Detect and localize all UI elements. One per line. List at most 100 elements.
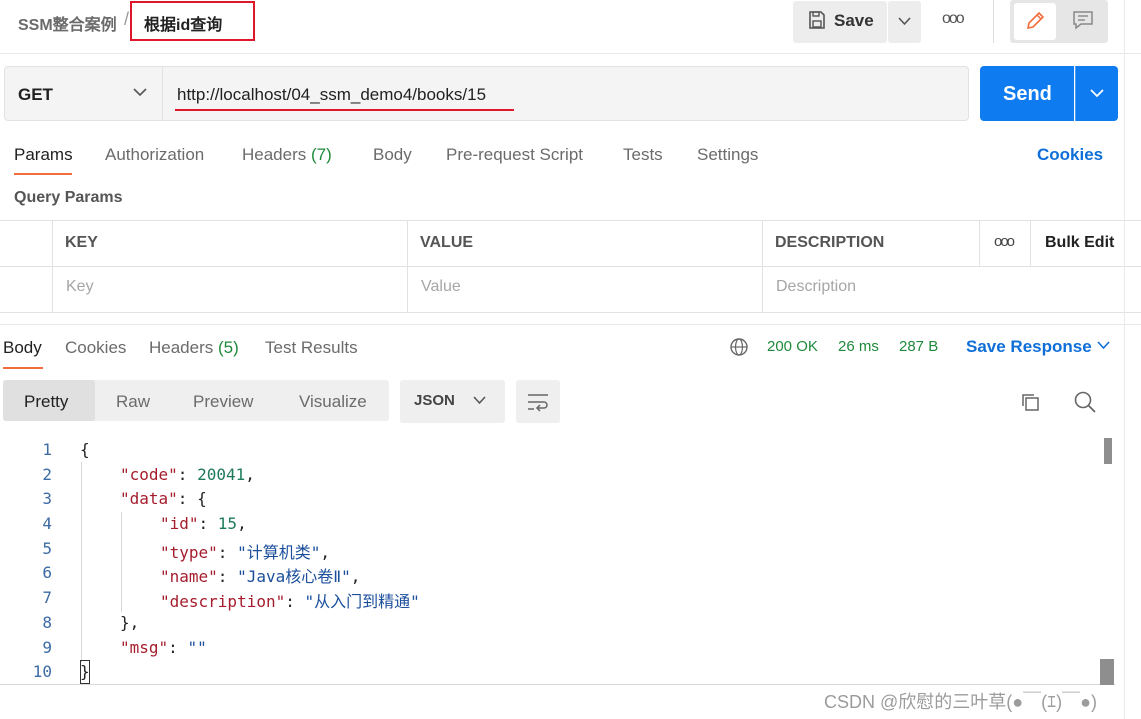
chevron-down-icon	[898, 17, 911, 26]
status-code[interactable]: 200 OK	[767, 338, 818, 355]
tab-headers-label: Headers	[242, 145, 307, 164]
line-number: 1	[42, 440, 52, 459]
response-size[interactable]: 287 B	[899, 338, 938, 355]
active-tab-indicator	[3, 367, 43, 369]
view-pretty-button[interactable]: Pretty	[24, 392, 68, 412]
json-number: 15	[217, 514, 238, 533]
table-column-divider	[407, 220, 408, 312]
response-time[interactable]: 26 ms	[838, 338, 879, 355]
code-line[interactable]: "msg": ""	[120, 638, 207, 657]
response-tab-test-results[interactable]: Test Results	[265, 338, 358, 358]
wrap-lines-icon	[526, 391, 550, 413]
json-key: "id"	[160, 514, 199, 533]
response-tab-body[interactable]: Body	[3, 338, 42, 358]
code-line[interactable]: "data": {	[120, 489, 207, 508]
json-string: "Java核心卷Ⅱ"	[237, 567, 351, 586]
json-key: "type"	[160, 543, 218, 562]
code-line[interactable]: {	[80, 440, 90, 459]
json-brace: },	[120, 613, 140, 632]
more-actions-icon[interactable]: ooo	[942, 10, 965, 28]
code-line[interactable]: "description": "从入门到精通"	[160, 588, 420, 612]
copy-icon[interactable]	[1019, 391, 1041, 413]
json-separator: :	[198, 514, 218, 533]
editor-bottom-border	[0, 684, 1115, 685]
indent-guide	[81, 462, 82, 662]
tab-params[interactable]: Params	[14, 145, 73, 165]
save-options-button[interactable]	[888, 1, 921, 43]
vertical-scrollbar[interactable]	[1104, 438, 1112, 464]
code-line[interactable]: "name": "Java核心卷Ⅱ",	[160, 563, 360, 587]
globe-icon[interactable]	[729, 337, 749, 357]
code-line[interactable]: },	[120, 613, 139, 632]
code-line[interactable]: "id": 15,	[160, 514, 247, 533]
chevron-down-icon	[133, 88, 147, 97]
view-visualize-button[interactable]: Visualize	[299, 392, 367, 412]
view-raw-button[interactable]: Raw	[116, 392, 150, 412]
column-header-key: KEY	[65, 234, 98, 251]
save-response-button[interactable]: Save Response	[966, 337, 1092, 357]
chevron-down-icon	[1090, 89, 1104, 98]
line-number: 7	[42, 588, 52, 607]
response-divider	[0, 324, 1141, 325]
response-tab-cookies[interactable]: Cookies	[65, 338, 126, 358]
json-string: "从入门到精通"	[304, 592, 420, 611]
json-string: "计算机类"	[237, 543, 321, 562]
table-more-icon[interactable]: ooo	[994, 233, 1015, 250]
param-description-input[interactable]: Description	[776, 278, 856, 296]
json-key: "msg"	[120, 638, 169, 657]
method-label: GET	[18, 85, 53, 104]
json-string: ""	[187, 638, 207, 657]
tab-authorization[interactable]: Authorization	[105, 145, 204, 165]
scrollbar-thumb[interactable]	[1100, 659, 1114, 685]
param-key-input[interactable]: Key	[66, 278, 94, 296]
json-comma: ,	[350, 567, 361, 586]
response-tab-headers[interactable]: Headers (5)	[149, 338, 239, 358]
json-brace: {	[197, 489, 207, 508]
json-comma: ,	[320, 543, 330, 562]
format-label: JSON	[414, 392, 455, 409]
query-params-title: Query Params	[14, 189, 123, 206]
active-tab-indicator	[14, 173, 72, 175]
line-number: 2	[42, 465, 52, 484]
send-options-button[interactable]	[1075, 66, 1118, 121]
tab-body[interactable]: Body	[373, 145, 412, 165]
breadcrumb-parent[interactable]: SSM整合案例	[18, 11, 117, 35]
top-divider	[0, 53, 1141, 54]
url-value[interactable]: http://localhost/04_ssm_demo4/books/15	[177, 85, 486, 105]
column-header-description: DESCRIPTION	[775, 234, 885, 251]
edit-mode-button[interactable]	[1014, 3, 1056, 40]
line-number: 9	[42, 638, 52, 657]
headers-count-badge: (7)	[311, 145, 332, 164]
code-line[interactable]: "code": 20041,	[120, 465, 255, 484]
json-separator: :	[217, 543, 238, 562]
param-value-input[interactable]: Value	[421, 278, 461, 296]
search-icon[interactable]	[1073, 390, 1097, 414]
json-key: "description"	[160, 592, 286, 611]
json-separator: :	[217, 567, 238, 586]
comment-icon[interactable]	[1072, 9, 1094, 36]
indent-guide	[121, 512, 122, 612]
line-number: 6	[42, 563, 52, 582]
pencil-icon	[1026, 11, 1045, 30]
cookies-link[interactable]: Cookies	[1037, 145, 1103, 165]
url-highlight-underline	[175, 109, 514, 111]
tab-headers[interactable]: Headers (7)	[242, 145, 332, 165]
breadcrumb-separator: /	[124, 9, 130, 29]
request-title[interactable]: 根据id查询	[144, 11, 222, 35]
json-separator: :	[285, 592, 305, 611]
table-border	[0, 266, 1141, 267]
tab-settings[interactable]: Settings	[697, 145, 758, 165]
line-number: 8	[42, 613, 52, 632]
view-preview-button[interactable]: Preview	[193, 392, 253, 412]
chevron-down-icon[interactable]	[1097, 341, 1110, 350]
json-separator: :	[168, 638, 188, 657]
code-line[interactable]: "type": "计算机类",	[160, 539, 330, 563]
json-key: "name"	[160, 567, 218, 586]
response-headers-count-badge: (5)	[218, 338, 239, 357]
save-icon	[807, 10, 827, 30]
tab-prerequest-script[interactable]: Pre-request Script	[446, 145, 583, 165]
tab-tests[interactable]: Tests	[623, 145, 663, 165]
watermark: CSDN @欣慰的三叶草(●￣(ｴ)￣●)	[824, 692, 1097, 712]
bulk-edit-button[interactable]: Bulk Edit	[1045, 234, 1114, 252]
json-number: 20041	[197, 465, 246, 484]
